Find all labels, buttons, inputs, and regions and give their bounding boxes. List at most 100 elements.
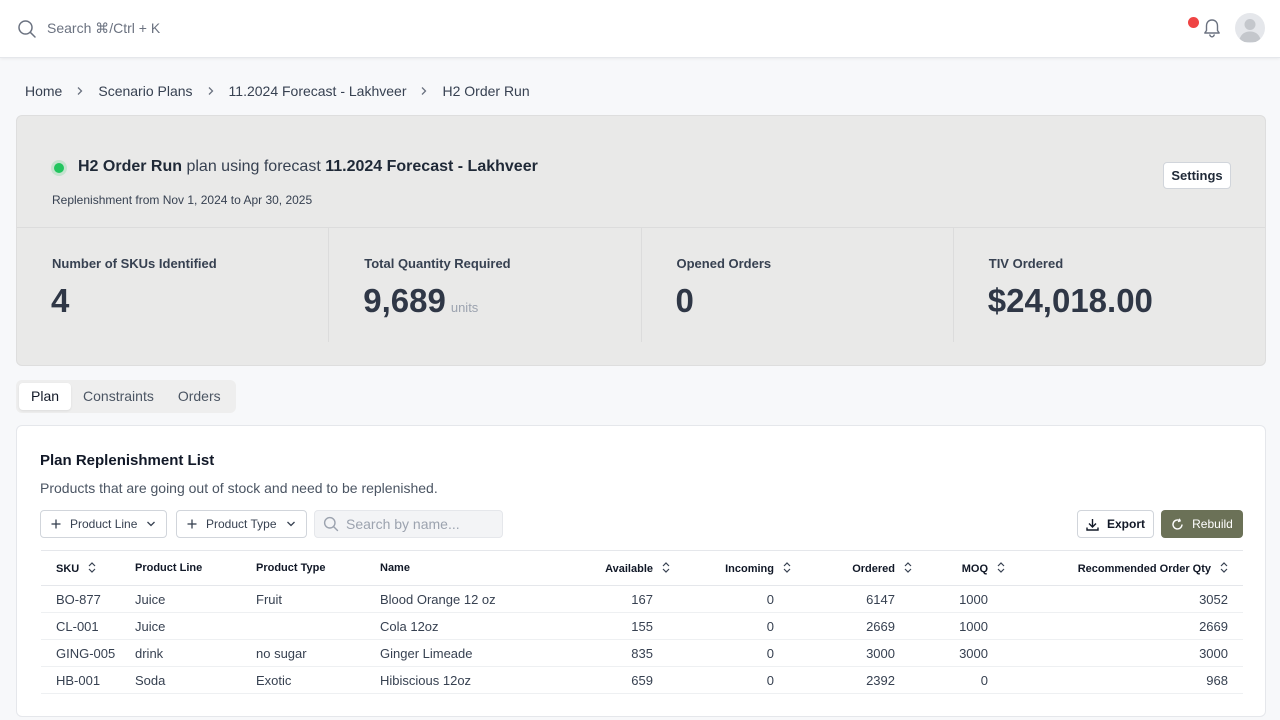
breadcrumb: Home Scenario Plans 11.2024 Forecast - L… <box>25 82 530 100</box>
replenishment-panel: Plan Replenishment List Products that ar… <box>16 425 1266 717</box>
column-header-recommended-order-qty[interactable]: Recommended Order Qty <box>1005 551 1243 586</box>
stat-number: $24,018.00 <box>987 282 1153 319</box>
breadcrumb-scenario-plans[interactable]: Scenario Plans <box>98 83 192 99</box>
breadcrumb-home[interactable]: Home <box>25 83 62 99</box>
search-icon <box>323 516 339 532</box>
stat-label: Total Quantity Required <box>364 256 511 271</box>
table-row[interactable]: GING-005 drink no sugar Ginger Limeade 8… <box>41 639 1243 667</box>
cell-sku: GING-005 <box>41 639 135 667</box>
cell-moq: 0 <box>912 666 1005 694</box>
stat-unit: units <box>450 300 479 315</box>
name-search-box[interactable] <box>314 510 503 538</box>
stat-number: 4 <box>51 282 70 319</box>
column-header-moq[interactable]: MOQ <box>912 551 1005 586</box>
cell-incoming: 0 <box>670 612 791 640</box>
sort-icon[interactable] <box>662 561 670 573</box>
column-header-incoming[interactable]: Incoming <box>670 551 791 586</box>
sort-icon[interactable] <box>904 561 912 573</box>
cell-sku: HB-001 <box>41 666 135 694</box>
filter-product-line-button[interactable]: Product Line <box>40 510 168 538</box>
table-row[interactable]: HB-001 Soda Exotic Hibiscious 12oz 659 0… <box>41 666 1243 694</box>
cell-product-line: drink <box>135 639 256 667</box>
cell-ordered: 6147 <box>791 585 912 613</box>
forecast-name: 11.2024 Forecast - Lakhveer <box>325 158 538 175</box>
cell-recommended-qty: 968 <box>1005 666 1243 694</box>
column-header-sku[interactable]: SKU <box>41 551 135 586</box>
search-icon[interactable] <box>17 19 37 39</box>
column-header-name: Name <box>380 562 410 574</box>
cell-available: 155 <box>540 612 670 640</box>
notification-dot <box>1188 17 1199 28</box>
cell-product-line: Juice <box>135 585 256 613</box>
stat-tiv-ordered: TIV Ordered $24,018.00 <box>954 228 1265 342</box>
replenishment-range: Replenishment from Nov 1, 2024 to Apr 30… <box>52 193 313 207</box>
rebuild-label: Rebuild <box>1192 517 1233 531</box>
top-bar: Search ⌘/Ctrl + K <box>0 0 1280 58</box>
tab-plan[interactable]: Plan <box>19 383 72 410</box>
cell-recommended-qty: 3000 <box>1005 639 1243 667</box>
stat-value: $24,018.00 <box>988 282 1153 320</box>
column-header-available[interactable]: Available <box>540 551 670 586</box>
cell-moq: 3000 <box>912 639 1005 667</box>
cell-available: 659 <box>540 666 670 694</box>
settings-button[interactable]: Settings <box>1163 162 1231 189</box>
stat-number: 0 <box>675 282 694 319</box>
cell-name: Hibiscious 12oz <box>380 666 540 694</box>
column-header-product-type: Product Type <box>256 562 326 574</box>
tab-orders[interactable]: Orders <box>166 383 233 410</box>
stat-opened-orders: Opened Orders 0 <box>642 228 954 342</box>
tab-constraints[interactable]: Constraints <box>71 383 166 410</box>
filter-product-type-button[interactable]: Product Type <box>176 510 307 538</box>
avatar-icon <box>1239 19 1261 42</box>
stat-number: 9,689 <box>363 282 446 319</box>
cell-incoming: 0 <box>670 639 791 667</box>
stat-value: 9,689 units <box>363 282 478 320</box>
sort-icon[interactable] <box>783 561 791 573</box>
panel-subtitle: Products that are going out of stock and… <box>40 480 438 496</box>
stats-row: Number of SKUs Identified 4 Total Quanti… <box>17 227 1265 342</box>
export-button[interactable]: Export <box>1077 510 1154 538</box>
table-header-row: SKU Product Line Product Type Name Avail… <box>41 550 1243 586</box>
download-icon <box>1086 518 1099 531</box>
table-row[interactable]: BO-877 Juice Fruit Blood Orange 12 oz 16… <box>41 585 1243 613</box>
status-dot <box>54 163 64 173</box>
refresh-icon <box>1172 518 1183 530</box>
bell-icon[interactable] <box>1201 17 1223 39</box>
cell-sku: BO-877 <box>41 585 135 613</box>
cell-moq: 1000 <box>912 612 1005 640</box>
cell-product-type: Exotic <box>256 666 380 694</box>
breadcrumb-forecast[interactable]: 11.2024 Forecast - Lakhveer <box>229 83 407 99</box>
panel-title: Plan Replenishment List <box>40 452 215 469</box>
global-search-input[interactable]: Search ⌘/Ctrl + K <box>47 20 160 37</box>
rebuild-button[interactable]: Rebuild <box>1161 510 1243 538</box>
stat-total-quantity: Total Quantity Required 9,689 units <box>329 228 642 342</box>
user-avatar[interactable] <box>1235 13 1265 43</box>
table-row[interactable]: CL-001 Juice Cola 12oz 155 0 2669 1000 2… <box>41 612 1243 640</box>
chevron-down-icon <box>286 521 295 527</box>
chevron-right-icon <box>208 87 213 95</box>
stat-skus-identified: Number of SKUs Identified 4 <box>17 228 330 342</box>
plan-summary-card: H2 Order Run plan using forecast 11.2024… <box>16 115 1266 366</box>
sort-icon[interactable] <box>997 561 1005 573</box>
cell-product-type: no sugar <box>256 639 380 667</box>
sort-icon[interactable] <box>88 561 96 573</box>
cell-sku: CL-001 <box>41 612 135 640</box>
chevron-right-icon <box>77 87 83 95</box>
sort-icon[interactable] <box>1220 561 1228 573</box>
cell-name: Blood Orange 12 oz <box>380 585 540 613</box>
cell-product-type <box>256 612 380 640</box>
column-header-ordered[interactable]: Ordered <box>791 551 912 586</box>
cell-ordered: 2392 <box>791 666 912 694</box>
name-search-input[interactable] <box>346 516 496 532</box>
stat-value: 4 <box>51 282 69 320</box>
cell-available: 167 <box>540 585 670 613</box>
chevron-down-icon <box>147 521 156 527</box>
stat-label: TIV Ordered <box>988 256 1064 271</box>
plan-name: H2 Order Run <box>78 158 183 175</box>
cell-ordered: 2669 <box>791 612 912 640</box>
replenishment-table: SKU Product Line Product Type Name Avail… <box>41 550 1243 694</box>
cell-product-type: Fruit <box>256 585 380 613</box>
plan-connector: plan using forecast <box>186 158 321 175</box>
plan-title: H2 Order Run plan using forecast 11.2024… <box>78 158 538 176</box>
plus-icon <box>51 519 61 529</box>
